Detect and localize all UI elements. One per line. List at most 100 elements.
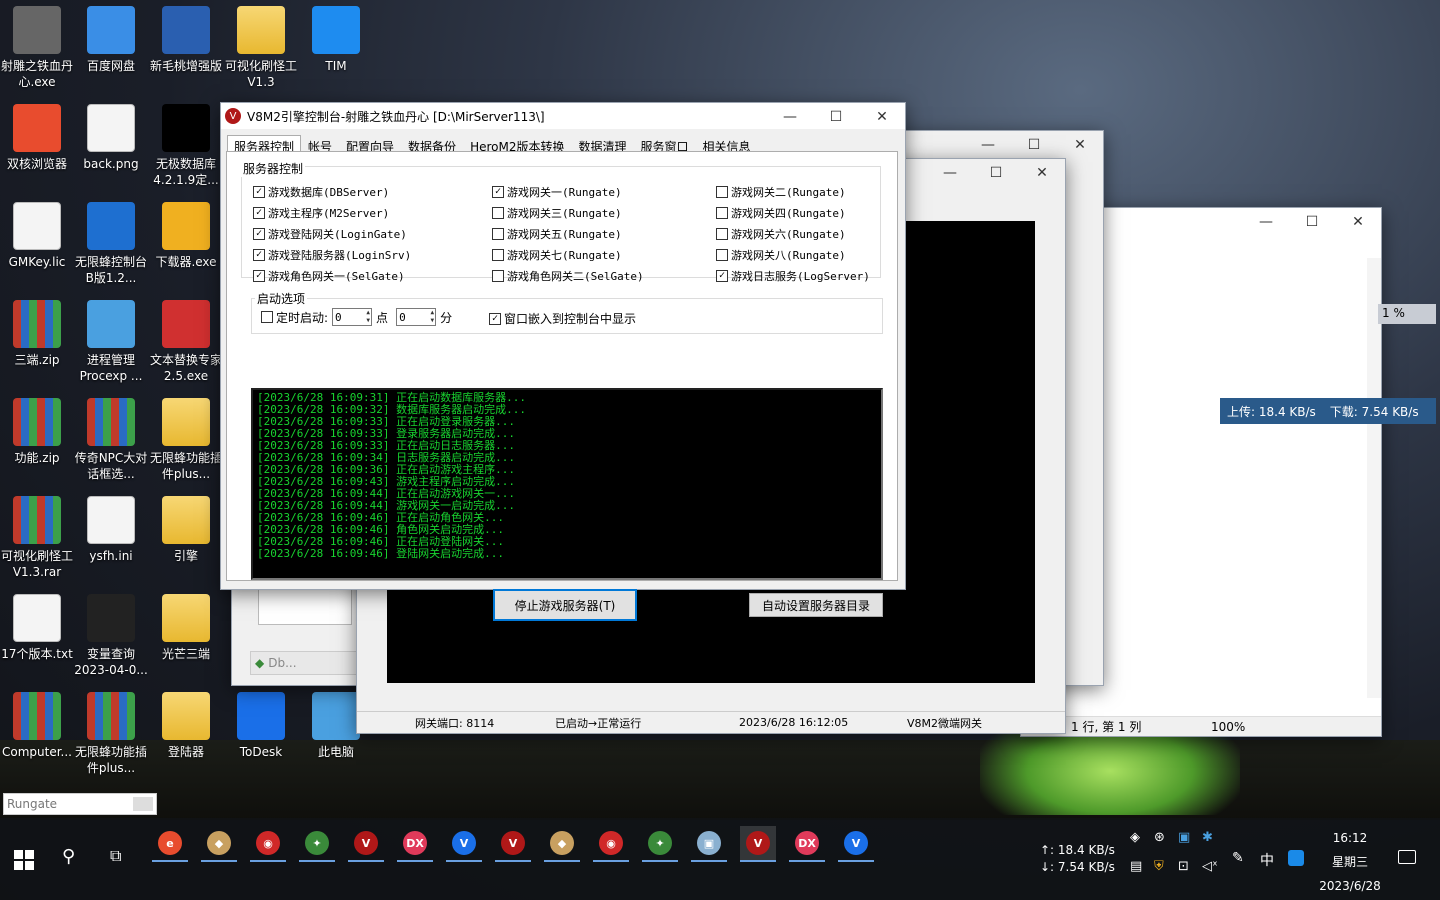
desktop-icon[interactable]: 进程管理Procexp ...: [74, 300, 148, 384]
desktop-icon[interactable]: Computer...: [0, 692, 74, 760]
input-button[interactable]: [133, 797, 153, 811]
maximize-icon[interactable]: ☐: [1289, 208, 1335, 236]
desktop-icon[interactable]: 无限蜂功能插件plus...: [149, 398, 223, 482]
close-icon[interactable]: ✕: [1057, 131, 1103, 159]
stop-server-button[interactable]: 停止游戏服务器(T): [493, 589, 637, 621]
tray-app3-icon[interactable]: [1288, 850, 1304, 866]
notification-icon[interactable]: [1398, 850, 1416, 864]
taskbar-app-v-red-active[interactable]: V: [740, 826, 776, 862]
service-checkbox[interactable]: 游戏网关三(Rungate): [492, 205, 622, 221]
service-checkbox[interactable]: ✓ 游戏网关一(Rungate): [492, 184, 622, 200]
service-checkbox[interactable]: 游戏网关五(Rungate): [492, 226, 622, 242]
network-icon[interactable]: ⊡: [1178, 859, 1202, 874]
shield-icon[interactable]: ⛨: [1154, 859, 1178, 874]
taskbar-app-dx-2[interactable]: DX: [789, 826, 825, 862]
taskbar-app-v-blue[interactable]: V: [446, 826, 482, 862]
rungate-input[interactable]: Rungate: [3, 793, 157, 815]
notepad-scrollbar[interactable]: [1367, 258, 1381, 698]
taskbar-app-v-red-2[interactable]: V: [495, 826, 531, 862]
clock[interactable]: 16:12 星期三 2023/6/28: [1316, 826, 1384, 898]
service-checkbox[interactable]: ✓ 游戏登陆服务器(LoginSrv): [253, 247, 411, 263]
desktop-icon[interactable]: back.png: [74, 104, 148, 172]
taskbar-app-v-blue-2[interactable]: V: [838, 826, 874, 862]
taskbar-app-app-cat-2[interactable]: ◆: [544, 826, 580, 862]
service-checkbox[interactable]: 游戏网关二(Rungate): [716, 184, 846, 200]
tray-app2-icon[interactable]: ▣: [1178, 830, 1202, 845]
taskbar-app-app-cat[interactable]: ◆: [201, 826, 237, 862]
service-checkbox[interactable]: 游戏网关四(Rungate): [716, 205, 846, 221]
taskbar-app-app-red-2[interactable]: ◉: [593, 826, 629, 862]
taskbar-app-app-tool-2[interactable]: ✦: [642, 826, 678, 862]
minimize-icon[interactable]: —: [965, 131, 1011, 159]
taskbar-app-app-tool[interactable]: ✦: [299, 826, 335, 862]
taskbar-app-v-red[interactable]: V: [348, 826, 384, 862]
desktop-icon[interactable]: 无极数据库4.2.1.9定...: [149, 104, 223, 188]
desktop-icon[interactable]: 双核浏览器: [0, 104, 74, 172]
ime-indicator[interactable]: 中: [1260, 850, 1274, 870]
gateway-hscroll[interactable]: [387, 683, 1035, 699]
taskbar-app-app-red[interactable]: ◉: [250, 826, 286, 862]
minimize-icon[interactable]: —: [1243, 208, 1289, 236]
service-checkbox[interactable]: 游戏网关六(Rungate): [716, 226, 846, 242]
taskbar-app-dx[interactable]: DX: [397, 826, 433, 862]
close-icon[interactable]: ✕: [859, 103, 905, 131]
desktop-icon[interactable]: 下载器.exe: [149, 202, 223, 270]
minimize-icon[interactable]: —: [767, 103, 813, 131]
taskbar-app-chrome[interactable]: e: [152, 826, 188, 862]
checkbox-box: ✓: [253, 207, 265, 219]
service-checkbox[interactable]: ✓ 游戏主程序(M2Server): [253, 205, 389, 221]
auto-dir-button[interactable]: 自动设置服务器目录: [749, 593, 883, 617]
desktop-icon[interactable]: 无限蜂控制台B版1.2...: [74, 202, 148, 286]
desktop-icon[interactable]: TIM: [299, 6, 373, 74]
service-checkbox[interactable]: 游戏网关七(Rungate): [492, 247, 622, 263]
maximize-icon[interactable]: ☐: [973, 159, 1019, 187]
minimize-icon[interactable]: —: [927, 159, 973, 187]
desktop-icon[interactable]: 无限蜂功能插件plus...: [74, 692, 148, 776]
desktop-icon[interactable]: 射雕之铁血丹心.exe: [0, 6, 74, 90]
service-checkbox[interactable]: 游戏角色网关二(SelGate): [492, 268, 644, 284]
volume-muted-icon[interactable]: ◁ˣ: [1202, 859, 1226, 874]
desktop-icon[interactable]: 变量查询2023-04-0...: [74, 594, 148, 678]
service-checkbox[interactable]: 游戏网关八(Rungate): [716, 247, 846, 263]
gateway-vscroll[interactable]: [1035, 221, 1051, 683]
tray-doc-icon[interactable]: ▤: [1130, 859, 1154, 874]
pen-icon[interactable]: ✎: [1232, 850, 1244, 866]
maximize-icon[interactable]: ☐: [813, 103, 859, 131]
desktop-icon[interactable]: ysfh.ini: [74, 496, 148, 564]
embed-window-checkbox[interactable]: ✓ 窗口嵌入到控制台中显示: [489, 310, 636, 327]
service-checkbox[interactable]: ✓ 游戏登陆网关(LoginGate): [253, 226, 407, 242]
desktop-icon[interactable]: GMKey.lic: [0, 202, 74, 270]
desktop-icon[interactable]: 三端.zip: [0, 300, 74, 368]
hour-spinner[interactable]: 0: [332, 308, 373, 326]
desktop-icon[interactable]: 可视化刷怪工V1.3.rar: [0, 496, 74, 580]
desktop-icon[interactable]: 登陆器: [149, 692, 223, 760]
close-icon[interactable]: ✕: [1019, 159, 1065, 187]
maximize-icon[interactable]: ☐: [1011, 131, 1057, 159]
desktop-icon[interactable]: 17个版本.txt: [0, 594, 74, 662]
service-checkbox[interactable]: ✓ 游戏日志服务(LogServer): [716, 268, 870, 284]
tray-icons[interactable]: ◈ ⊛ ▣ ✱ ▤ ⛨ ⊡ ◁ˣ: [1130, 830, 1226, 874]
service-checkbox[interactable]: ✓ 游戏角色网关一(SelGate): [253, 268, 405, 284]
desktop-icon[interactable]: 引擎: [149, 496, 223, 564]
close-icon[interactable]: ✕: [1335, 208, 1381, 236]
desktop-icon[interactable]: 百度网盘: [74, 6, 148, 74]
tray-sync-icon[interactable]: ⊛: [1154, 830, 1178, 845]
desktop-icon[interactable]: 光芒三端: [149, 594, 223, 662]
timer-start-checkbox[interactable]: 定时启动: 0 点 0 分: [261, 308, 452, 326]
desktop-icon[interactable]: 功能.zip: [0, 398, 74, 466]
desktop-icon[interactable]: 可视化刷怪工V1.3: [224, 6, 298, 90]
bluetooth-icon[interactable]: ✱: [1202, 830, 1226, 845]
desktop-icon[interactable]: 新毛桃增强版: [149, 6, 223, 74]
search-icon[interactable]: ⚲: [62, 846, 75, 867]
desktop-icon[interactable]: 传奇NPC大对话框选...: [74, 398, 148, 482]
task-view-icon[interactable]: ⧉: [110, 846, 121, 866]
minute-spinner[interactable]: 0: [396, 308, 437, 326]
taskbar-app-app-cube[interactable]: ▣: [691, 826, 727, 862]
main-window[interactable]: V V8M2引擎控制台-射雕之铁血丹心 [D:\MirServer113\] —…: [220, 102, 906, 621]
desktop-icon[interactable]: 文本替换专家2.5.exe: [149, 300, 223, 384]
start-button[interactable]: [14, 850, 34, 870]
service-checkbox[interactable]: ✓ 游戏数据库(DBServer): [253, 184, 389, 200]
db-item[interactable]: Db...: [268, 656, 296, 670]
desktop-icon[interactable]: ToDesk: [224, 692, 298, 760]
tray-app-icon[interactable]: ◈: [1130, 830, 1154, 845]
